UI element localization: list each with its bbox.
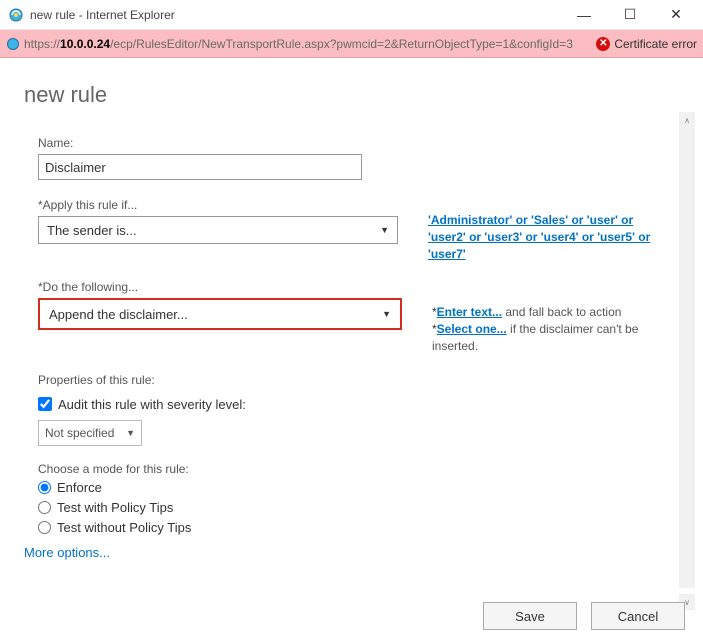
properties-label: Properties of this rule: xyxy=(38,373,664,387)
apply-if-select[interactable]: The sender is... ▼ xyxy=(38,216,398,244)
address-bar[interactable]: https://10.0.0.24/ecp/RulesEditor/NewTra… xyxy=(0,30,703,58)
enter-text-link[interactable]: Enter text... xyxy=(437,305,502,319)
apply-if-value: The sender is... xyxy=(47,223,380,238)
mode-radio-group: Enforce Test with Policy Tips Test witho… xyxy=(38,480,664,535)
more-options-link[interactable]: More options... xyxy=(24,545,664,560)
window-title: new rule - Internet Explorer xyxy=(30,8,561,22)
save-button[interactable]: Save xyxy=(483,602,577,630)
do-following-highlight: Append the disclaimer... ▼ xyxy=(38,298,402,330)
error-icon: ✕ xyxy=(596,37,610,51)
mode-tips-label: Test with Policy Tips xyxy=(57,500,173,515)
do-following-value: Append the disclaimer... xyxy=(49,307,382,322)
do-following-select[interactable]: Append the disclaimer... ▼ xyxy=(41,301,399,327)
mode-tips-radio[interactable] xyxy=(38,501,51,514)
chevron-down-icon: ▼ xyxy=(126,428,135,438)
minimize-button[interactable]: ― xyxy=(561,0,607,30)
cert-error-text: Certificate error xyxy=(614,37,697,51)
do-following-label: Do the following... xyxy=(38,280,664,294)
severity-select[interactable]: Not specified ▼ xyxy=(38,420,142,446)
select-one-link[interactable]: Select one... xyxy=(437,322,507,336)
severity-value: Not specified xyxy=(45,426,126,440)
audit-checkbox[interactable] xyxy=(38,397,52,411)
page-title: new rule xyxy=(24,82,679,108)
mode-enforce-label: Enforce xyxy=(57,480,102,495)
chevron-down-icon: ▼ xyxy=(382,309,391,319)
ie-small-icon xyxy=(6,37,20,51)
window-titlebar: new rule - Internet Explorer ― ☐ ✕ xyxy=(0,0,703,30)
mode-enforce-radio[interactable] xyxy=(38,481,51,494)
certificate-error-badge[interactable]: ✕ Certificate error xyxy=(596,37,697,51)
scroll-up-button[interactable]: ∧ xyxy=(679,112,695,128)
chevron-down-icon: ▼ xyxy=(380,225,389,235)
sender-list-link[interactable]: 'Administrator' or 'Sales' or 'user' or … xyxy=(428,213,650,261)
name-label: Name: xyxy=(38,136,664,150)
mode-label: Choose a mode for this rule: xyxy=(38,462,664,476)
name-input[interactable] xyxy=(38,154,362,180)
mode-notips-radio[interactable] xyxy=(38,521,51,534)
url-text: https://10.0.0.24/ecp/RulesEditor/NewTra… xyxy=(24,37,596,51)
do-following-side: *Enter text... and fall back to action *… xyxy=(432,304,664,354)
audit-label: Audit this rule with severity level: xyxy=(58,397,246,412)
apply-if-side-value: 'Administrator' or 'Sales' or 'user' or … xyxy=(428,212,664,262)
close-button[interactable]: ✕ xyxy=(653,0,699,30)
scrollbar-track[interactable] xyxy=(679,128,695,588)
ie-icon xyxy=(8,7,24,23)
mode-notips-label: Test without Policy Tips xyxy=(57,520,191,535)
maximize-button[interactable]: ☐ xyxy=(607,0,653,30)
cancel-button[interactable]: Cancel xyxy=(591,602,685,630)
apply-if-label: Apply this rule if... xyxy=(38,198,664,212)
